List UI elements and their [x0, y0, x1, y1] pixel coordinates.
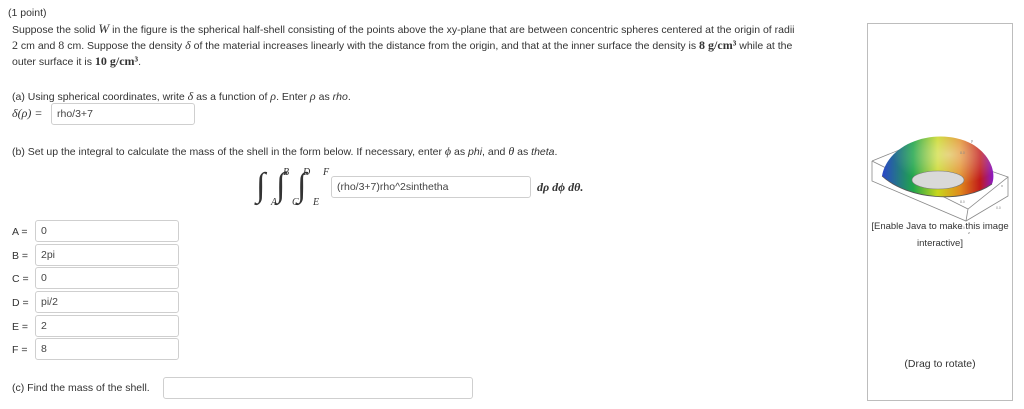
part-a-text-5: .	[347, 91, 351, 103]
limit-b: B	[283, 167, 290, 178]
intro-text-3: cm and	[18, 40, 59, 52]
tick-label-c: 8.0	[960, 200, 965, 204]
integral-sign-1: ∫	[256, 167, 266, 204]
bound-b-input[interactable]: 2pi	[35, 244, 179, 266]
part-a-text-1: (a) Using spherical coordinates, write	[12, 91, 188, 103]
delta-answer-input[interactable]: rho/3+7	[51, 103, 195, 125]
bound-e-input[interactable]: 2	[35, 315, 179, 337]
drag-note: (Drag to rotate)	[904, 358, 976, 370]
bound-d-label: D =	[12, 297, 29, 309]
bound-d-input[interactable]: pi/2	[35, 291, 179, 313]
differential: dρ dϕ dθ.	[537, 180, 584, 194]
intro-text-7: outer surface it is	[12, 56, 95, 68]
bound-a-input[interactable]: 0	[35, 220, 179, 242]
intro-text-1: Suppose the solid	[12, 24, 99, 36]
part-b-text-3: , and	[482, 146, 509, 158]
delta-rho-label: δ(ρ) =	[12, 106, 43, 120]
integrand-input[interactable]: (rho/3+7)rho^2sinthetha	[331, 176, 531, 198]
part-b-phi-word: phi	[468, 146, 483, 158]
outer-density: 10 g/cm³	[94, 54, 139, 68]
part-c-prompt: (c) Find the mass of the shell.	[12, 382, 150, 394]
part-a-text-4: as	[315, 91, 333, 103]
var-w: W	[98, 21, 110, 36]
inner-cavity	[911, 170, 965, 190]
part-a-text-2: as a function of	[193, 91, 271, 103]
mass-answer-input[interactable]	[163, 377, 473, 399]
intro-text-8: .	[138, 56, 142, 68]
intro-text-4: cm. Suppose the density	[64, 40, 186, 52]
part-b-text-5: .	[554, 146, 558, 158]
part-a-rho-word: rho	[332, 91, 348, 103]
bound-e-label: E =	[12, 321, 29, 333]
limit-e: E	[313, 197, 320, 208]
bound-f-input[interactable]: 8	[35, 338, 179, 360]
part-b-text-1: (b) Set up the integral to calculate the…	[12, 146, 445, 158]
bound-f-label: F =	[12, 344, 28, 356]
part-b-text-2: as	[451, 146, 469, 158]
intro-text-6: while at the	[736, 40, 793, 52]
tick-label-b: 0.0	[996, 206, 1001, 210]
bound-c-label: C =	[12, 273, 29, 285]
part-b-theta-word: theta	[531, 146, 555, 158]
intro-text-5: of the material increases linearly with …	[190, 40, 700, 52]
points-label: (1 point)	[8, 7, 47, 19]
axis-x-label: x	[1001, 183, 1003, 188]
triple-integral: ∫ ∫ ∫ B A D C F E	[256, 164, 336, 210]
tick-label-a: 8.0	[960, 151, 965, 155]
bound-b-label: B =	[12, 250, 29, 262]
limit-d: D	[303, 167, 311, 178]
intro-text-2: in the figure is the spherical half-shel…	[109, 24, 795, 36]
limit-a: A	[271, 197, 278, 208]
limit-f: F	[323, 167, 330, 178]
bound-c-input[interactable]: 0	[35, 267, 179, 289]
part-a-prompt: (a) Using spherical coordinates, write δ…	[12, 89, 351, 104]
bound-a-label: A =	[12, 226, 28, 238]
axis-y-label: y	[971, 138, 973, 143]
limit-c: C	[292, 197, 299, 208]
part-b-text-4: as	[514, 146, 532, 158]
inner-density: 8 g/cm³	[699, 38, 737, 52]
rotatable-figure[interactable]: y 8.0 x 0.0 8.0 8.0 z [Enable Java to ma…	[867, 23, 1013, 401]
java-note: [Enable Java to make this image interact…	[871, 221, 1009, 249]
part-b-prompt: (b) Set up the integral to calculate the…	[12, 144, 557, 159]
part-a-text-3: . Enter	[276, 91, 310, 103]
problem-statement: Suppose the solid W in the figure is the…	[12, 21, 852, 70]
